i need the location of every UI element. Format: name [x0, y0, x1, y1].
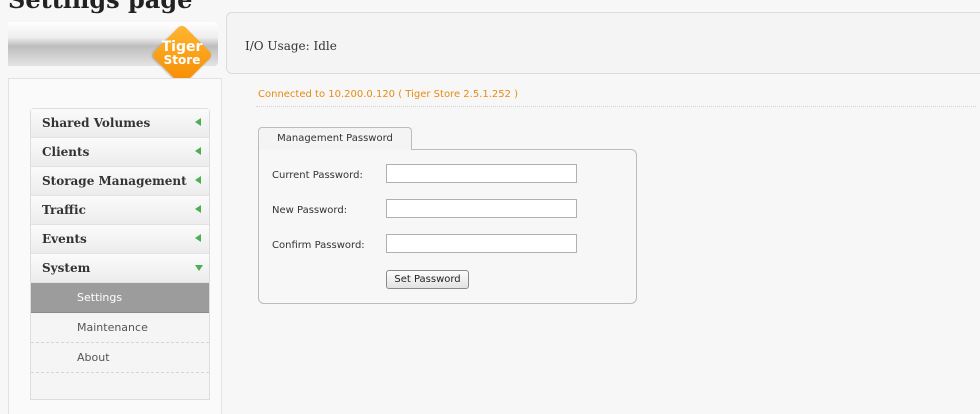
logo-line2: Store: [163, 53, 201, 67]
new-password-field[interactable]: [386, 199, 577, 218]
logo[interactable]: Tiger Store: [156, 40, 208, 67]
header-bar: I/O Usage: Idle: [226, 12, 980, 74]
confirm-password-field[interactable]: [386, 234, 577, 253]
set-password-button[interactable]: Set Password: [386, 270, 469, 289]
triangle-down-icon: [195, 265, 203, 271]
current-password-field[interactable]: [386, 164, 577, 183]
sidebar-item-label: Clients: [42, 145, 90, 159]
triangle-left-icon: [195, 205, 201, 213]
sidebar-subitem-maintenance[interactable]: Maintenance: [31, 313, 209, 343]
triangle-left-icon: [195, 234, 201, 242]
sidebar-item-system[interactable]: System: [31, 254, 209, 283]
sidebar-item-traffic[interactable]: Traffic: [31, 196, 209, 225]
tab-label: Management Password: [277, 133, 393, 144]
sidebar-item-label: Shared Volumes: [42, 116, 151, 130]
current-password-label: Current Password:: [272, 170, 363, 181]
confirm-password-label: Confirm Password:: [272, 240, 365, 251]
triangle-left-icon: [195, 176, 201, 184]
new-password-label: New Password:: [272, 205, 348, 216]
sidebar-item-label: System: [42, 261, 91, 275]
tab-management-password[interactable]: Management Password: [258, 127, 412, 150]
password-form-panel: Current Password: New Password: Confirm …: [258, 149, 637, 304]
sidebar-subitem-about[interactable]: About: [31, 343, 209, 373]
sidebar-subitem-settings[interactable]: Settings: [31, 283, 209, 313]
sidebar-item-label: Traffic: [42, 203, 86, 217]
connection-status: Connected to 10.200.0.120 ( Tiger Store …: [258, 89, 519, 100]
sidebar-item-events[interactable]: Events: [31, 225, 209, 254]
sidebar-subitem-label: Maintenance: [77, 321, 148, 334]
triangle-left-icon: [195, 147, 201, 155]
sidebar-item-label: Storage Management: [42, 174, 187, 188]
sidebar-item-label: Events: [42, 232, 87, 246]
triangle-left-icon: [195, 118, 201, 126]
sidebar-item-clients[interactable]: Clients: [31, 138, 209, 167]
sidebar-item-storage-management[interactable]: Storage Management: [31, 167, 209, 196]
sidebar-subitem-label: Settings: [77, 291, 123, 304]
logo-bar: Tiger Store: [8, 22, 218, 87]
sidebar-nav: Shared Volumes Clients Storage Managemen…: [30, 108, 210, 400]
sidebar-subitem-label: About: [77, 351, 110, 364]
divider: [256, 106, 976, 107]
sidebar-nav-footer: [31, 373, 209, 399]
io-usage-status: I/O Usage: Idle: [245, 39, 337, 53]
sidebar-item-shared-volumes[interactable]: Shared Volumes: [31, 109, 209, 138]
page-title: Settings page: [8, 0, 192, 14]
